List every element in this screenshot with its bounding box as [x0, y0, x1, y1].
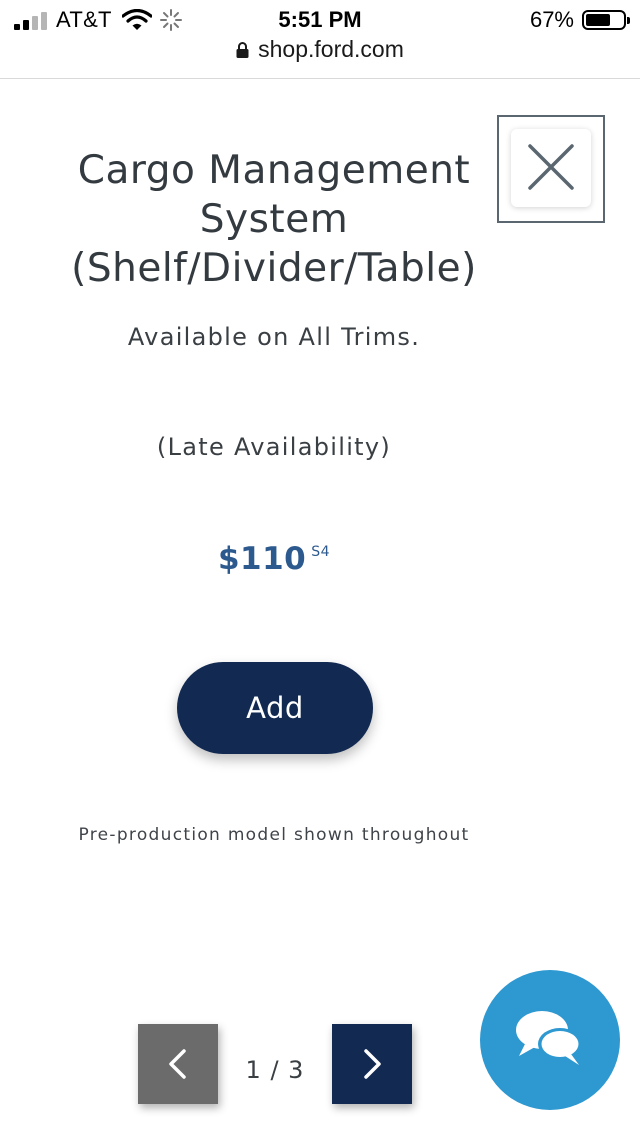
close-button[interactable]	[511, 129, 591, 207]
close-icon	[528, 144, 574, 190]
product-title-line-2: (Shelf/Divider/Table)	[71, 246, 477, 291]
previous-button[interactable]	[138, 1024, 218, 1104]
product-title-line-1: Cargo Management System	[77, 148, 471, 242]
address-bar[interactable]: shop.ford.com	[0, 36, 640, 78]
chat-bubbles-icon	[516, 1011, 582, 1065]
url-text: shop.ford.com	[258, 36, 404, 62]
availability-note: (Late Availability)	[156, 433, 392, 461]
battery-icon	[582, 10, 630, 30]
disclaimer-text: Pre-production model shown throughout	[78, 825, 470, 845]
status-bar: AT&T 5:51 PM 67%	[0, 0, 640, 40]
chat-button[interactable]	[480, 970, 620, 1110]
availability-text: Available on All Trims.	[127, 323, 421, 351]
header-divider	[0, 78, 640, 79]
add-button[interactable]: Add	[177, 662, 373, 754]
price-footnote: S4	[311, 544, 331, 560]
product-modal-page: AT&T 5:51 PM 67% shop.ford.com Cargo Man…	[0, 0, 640, 1136]
clock-time: 5:51 PM	[278, 7, 362, 32]
next-button[interactable]	[332, 1024, 412, 1104]
price-amount: $110	[217, 541, 307, 577]
battery-percentage: 67%	[529, 7, 574, 32]
price: $110 S4	[0, 541, 548, 577]
lock-icon	[236, 42, 249, 58]
product-title: Cargo Management System (Shelf/Divider/T…	[0, 146, 548, 293]
chevron-left-icon	[169, 1049, 186, 1079]
chevron-right-icon	[364, 1049, 381, 1079]
page-indicator: 1 / 3	[245, 1056, 305, 1084]
